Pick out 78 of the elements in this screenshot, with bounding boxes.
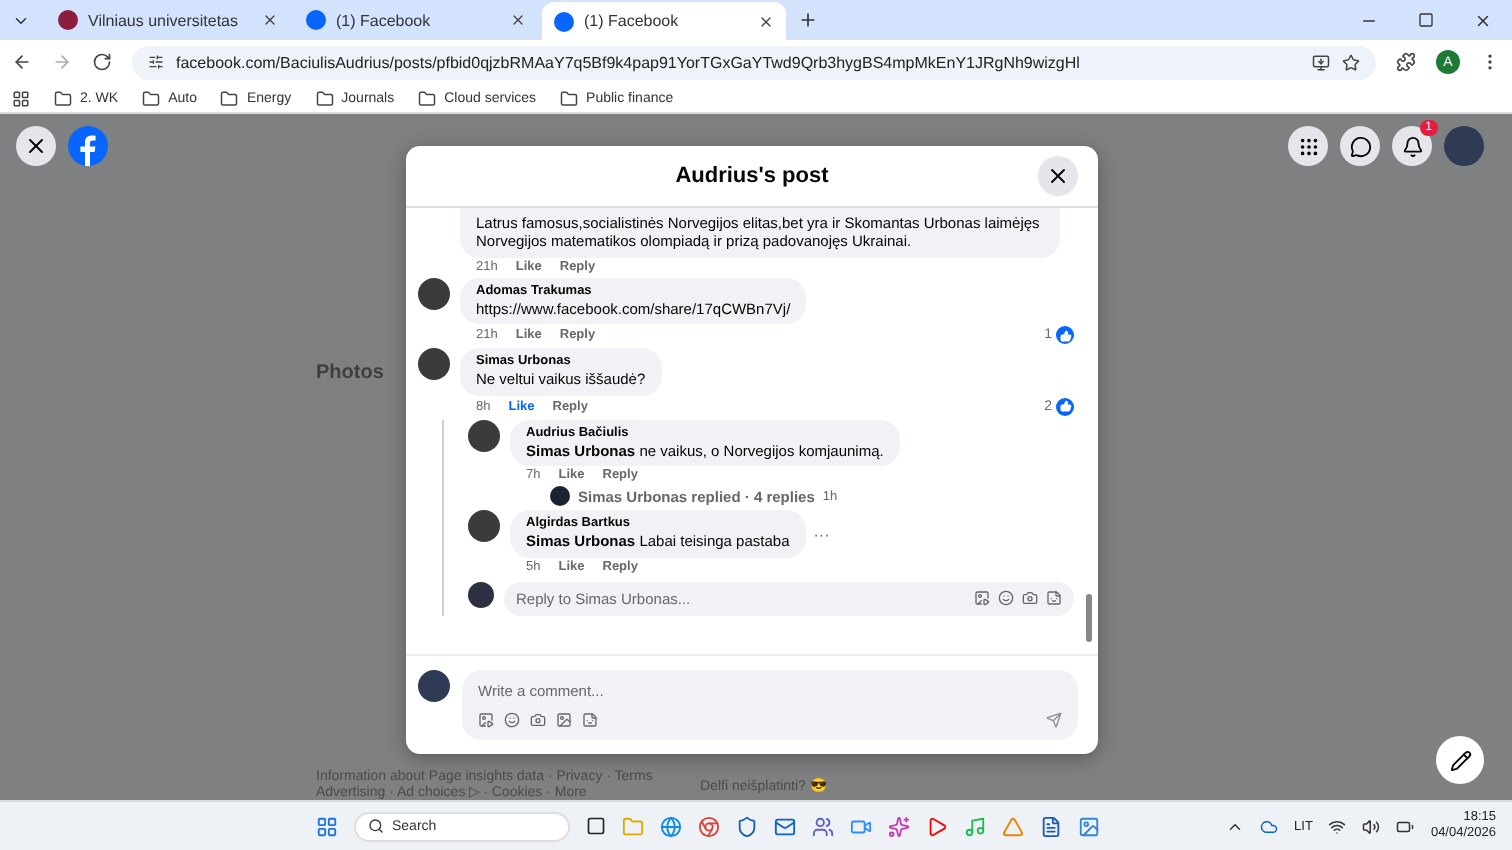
close-icon[interactable] (262, 12, 278, 28)
chrome-icon[interactable] (698, 815, 720, 837)
photos-heading: Photos (316, 362, 384, 384)
more-options-button[interactable]: ··· (813, 525, 830, 543)
bell-icon (1401, 135, 1423, 157)
back-icon[interactable] (12, 52, 32, 72)
battery-icon[interactable] (1396, 817, 1415, 835)
site-settings-icon[interactable] (148, 54, 164, 70)
people-icon[interactable] (812, 815, 834, 837)
browser-tab[interactable]: (1) Facebook (294, 4, 538, 36)
tab-favicon (306, 10, 326, 30)
folder-icon (315, 89, 334, 107)
menu-button[interactable] (1288, 126, 1328, 166)
sticker-icon[interactable] (1046, 590, 1062, 607)
bookmark-star-icon[interactable] (1342, 53, 1360, 71)
close-icon[interactable] (758, 13, 774, 29)
document-icon[interactable] (1040, 815, 1062, 837)
folder-icon (418, 89, 437, 107)
sparkles-icon[interactable] (888, 815, 910, 837)
mail-icon[interactable] (774, 815, 796, 837)
grid-icon (1297, 135, 1319, 157)
dialog-title: Audrius's post (675, 164, 829, 188)
browser-tab[interactable]: (1) Facebook (542, 2, 786, 40)
send-icon[interactable] (1046, 712, 1062, 728)
wifi-icon[interactable] (1328, 817, 1347, 835)
reload-icon[interactable] (92, 52, 112, 72)
emoji-icon[interactable] (504, 712, 520, 728)
avatar[interactable] (418, 277, 450, 310)
address-bar[interactable]: facebook.com/BaciulisAudrius/posts/pfbid0qjzbRMAaY7q5Bf9k4pap91YorTGxGaYTwd9Qrb3hygBS4mpMkEnY1JRgNh9wizgHl (132, 45, 1376, 79)
like-reaction-icon (1056, 326, 1074, 345)
avatar (468, 581, 494, 608)
avatar[interactable] (418, 348, 450, 381)
gif-icon[interactable] (478, 712, 494, 728)
new-tab-icon[interactable] (798, 10, 818, 30)
gif-icon[interactable] (974, 590, 990, 607)
maximize-icon[interactable] (1418, 11, 1434, 27)
video-icon[interactable] (850, 815, 872, 837)
close-icon (24, 134, 48, 158)
emoji-icon[interactable] (998, 590, 1014, 607)
tab-favicon (58, 10, 78, 30)
sticker-icon[interactable] (582, 712, 598, 728)
pencil-icon (1449, 749, 1471, 771)
facebook-logo[interactable] (68, 126, 108, 166)
browser-tab[interactable]: Vilniaus universitetas (46, 4, 290, 36)
avatar (418, 670, 450, 702)
install-icon[interactable] (1312, 53, 1330, 71)
search-icon (368, 818, 384, 834)
tab-favicon (554, 11, 574, 31)
close-icon[interactable] (1474, 11, 1492, 29)
camera-icon[interactable] (1022, 590, 1038, 607)
profile-avatar[interactable] (1444, 126, 1484, 166)
extensions-icon[interactable] (1396, 52, 1416, 72)
start-icon[interactable] (316, 815, 338, 837)
folder-icon (560, 89, 579, 107)
folder-icon (54, 89, 72, 107)
shield-icon[interactable] (736, 815, 758, 837)
messenger-button[interactable] (1340, 126, 1380, 166)
globe-icon[interactable] (660, 815, 682, 837)
close-icon[interactable] (510, 12, 526, 28)
task-view-icon[interactable] (586, 816, 606, 836)
volume-icon[interactable] (1362, 817, 1381, 835)
close-button[interactable] (16, 126, 56, 166)
cloud-icon[interactable] (1260, 817, 1279, 835)
avatar[interactable] (468, 510, 500, 543)
image-icon[interactable] (1078, 815, 1100, 837)
folder-icon (142, 89, 161, 107)
avatar (550, 486, 570, 507)
chat-bubble-icon (1349, 135, 1371, 157)
close-button[interactable] (1038, 156, 1078, 196)
image-icon[interactable] (556, 712, 572, 728)
folder-icon (220, 89, 239, 107)
new-message-button[interactable] (1436, 736, 1484, 784)
avatar[interactable] (468, 419, 500, 452)
play-icon[interactable] (926, 815, 948, 837)
apps-icon[interactable] (12, 89, 30, 107)
close-icon (1046, 164, 1070, 188)
like-reaction-icon (1056, 397, 1074, 416)
camera-icon[interactable] (530, 712, 546, 728)
